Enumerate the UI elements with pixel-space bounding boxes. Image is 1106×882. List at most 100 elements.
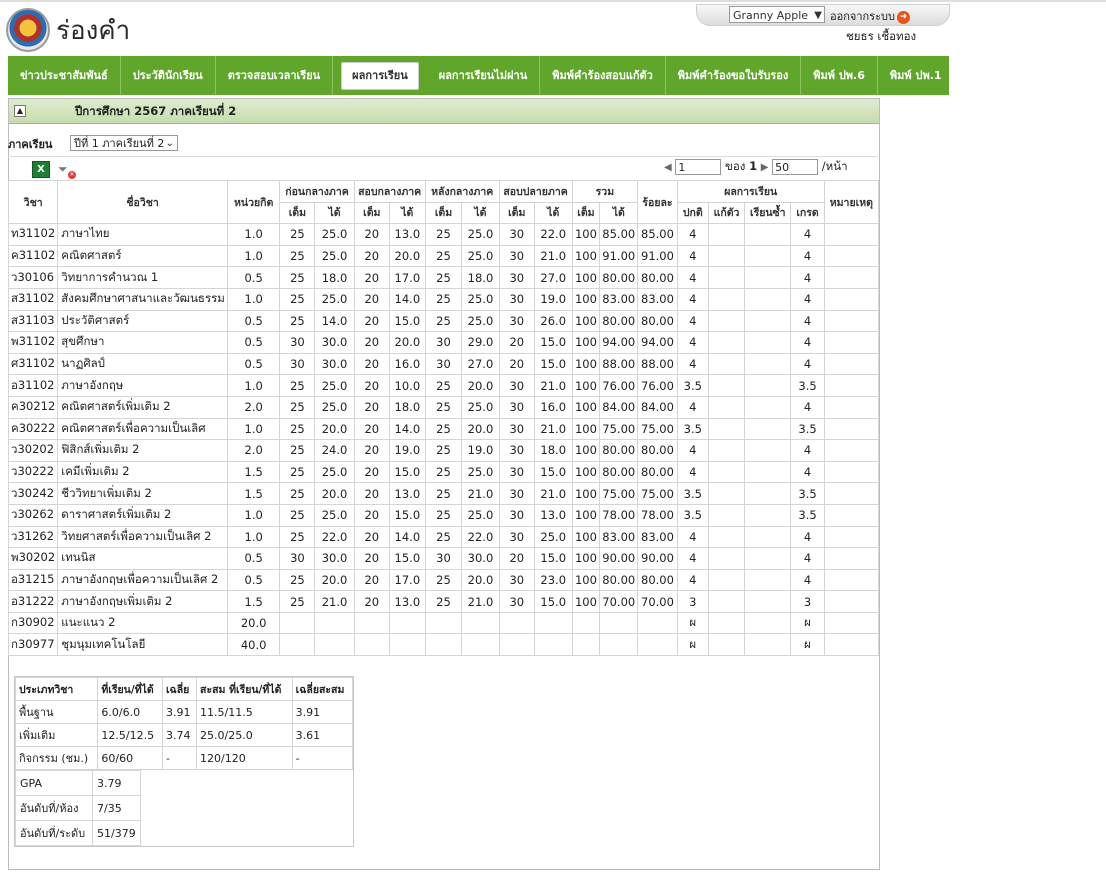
page-number-input[interactable]: 1 [675, 158, 722, 175]
table-cell [707, 417, 746, 441]
table-cell: 20.0 [314, 568, 355, 592]
table-cell: 83.00 [599, 525, 639, 549]
next-page-icon[interactable]: ▶ [761, 162, 769, 173]
table-cell: 13.0 [533, 503, 573, 527]
table-cell: 4 [676, 287, 709, 311]
subject-code-cell: ว30202 [7, 439, 59, 462]
page-size-input[interactable]: 50 [772, 158, 819, 175]
table-cell: 88.00 [637, 352, 678, 376]
table-cell [571, 633, 601, 657]
table-cell: 94.00 [637, 331, 678, 354]
nav-item-print-retest[interactable]: พิมพ์คำร้องสอบแก้ตัว [540, 56, 666, 95]
table-row: ก30902 แนะแนว 2 20.0 ผ ผ [7, 611, 880, 635]
table-cell: 25 [279, 590, 316, 613]
table-cell: 4 [676, 395, 709, 419]
table-cell: ผ [676, 633, 709, 657]
nav-item-student-profile[interactable]: ประวัตินักเรียน [121, 56, 216, 95]
gpa-label: GPA [15, 770, 93, 796]
sum-col-avg: เฉลี่ย [161, 677, 198, 701]
table-cell: 1.0 [226, 417, 281, 441]
table-cell [744, 223, 792, 246]
table-cell: 80.00 [599, 309, 639, 333]
summary-cell: กิจกรรม (ชม.) [14, 746, 99, 770]
table-cell: 75.00 [637, 482, 678, 505]
subject-name-cell: ดาราศาสตร์เพิ่มเติม 2 [57, 503, 228, 527]
table-cell: 20.0 [461, 568, 500, 592]
table-cell: 25.0 [461, 460, 500, 484]
table-cell: 3.5 [676, 374, 709, 397]
table-cell [707, 352, 746, 376]
table-cell: 30 [498, 482, 535, 505]
table-cell [498, 611, 535, 635]
table-cell: 18.0 [533, 439, 573, 462]
table-cell: 20 [353, 525, 390, 549]
collapse-icon[interactable]: ▲ [14, 105, 26, 117]
subject-name-cell: วิทยศาสตร์เพื่อความเป็นเลิศ 2 [57, 525, 228, 549]
subject-code-cell: ว30222 [7, 460, 59, 484]
table-row: ว30242 ชีววิทยาเพิ่มเติม 2 1.5 25 20.0 20 13.0… [7, 482, 880, 505]
table-cell: 18.0 [388, 395, 426, 419]
table-row: ว30262 ดาราศาสตร์เพิ่มเติม 2 1.0 25 25.0 20 15… [7, 503, 880, 527]
table-cell: 25 [279, 266, 316, 289]
logout-arrow-icon: ➜ [896, 10, 910, 24]
logout-link[interactable]: ออกจากระบบ ➜ [830, 7, 910, 25]
table-cell: 30 [498, 568, 535, 592]
nav-item-news[interactable]: ข่าวประชาสัมพันธ์ [8, 56, 121, 95]
nav-item-grades[interactable]: ผลการเรียน [341, 61, 419, 90]
clear-filter-icon[interactable]: ⏷ ✕ [58, 161, 76, 179]
subject-name-cell: ชุมนุมเทคโนโลยี [57, 633, 228, 657]
table-cell: 30.0 [314, 547, 355, 570]
subject-name-cell: คณิตศาสตร์เพิ่มเติม 2 [57, 395, 228, 419]
table-cell: 17.0 [388, 568, 426, 592]
table-row: ว30106 วิทยาการคำนวณ 1 0.5 25 18.0 20 17.0 25 18… [7, 266, 880, 289]
excel-export-icon[interactable]: X [32, 161, 50, 178]
table-cell: 25.0 [461, 309, 500, 333]
nav-item-print-pp1[interactable]: พิมพ์ ปพ.1 [878, 56, 954, 95]
table-cell: 100 [571, 309, 601, 333]
nav-item-attendance[interactable]: ตรวจสอบเวลาเรียน [216, 56, 334, 95]
table-cell: 75.00 [599, 417, 639, 441]
table-cell: 25 [279, 309, 316, 333]
table-cell: ผ [790, 633, 825, 657]
nav-item-failed-grades[interactable]: ผลการเรียนไม่ผ่าน [427, 56, 541, 95]
table-cell: 4 [676, 309, 709, 333]
table-cell: 30 [498, 374, 535, 397]
table-cell [744, 525, 792, 549]
table-cell [823, 460, 880, 484]
table-cell [353, 611, 390, 635]
summary-cell: 3.74 [161, 723, 198, 747]
table-cell: 27.0 [533, 266, 573, 289]
table-cell: 78.00 [599, 503, 639, 527]
subject-name-cell: ประวัติศาสตร์ [57, 309, 228, 333]
table-cell: 3 [676, 590, 709, 613]
table-cell: 25 [424, 287, 463, 311]
table-cell: 25 [424, 590, 463, 613]
table-cell: 30.0 [314, 331, 355, 354]
table-cell: 21.0 [314, 590, 355, 613]
prev-page-icon[interactable]: ◀ [664, 162, 672, 173]
subject-name-cell: ชีววิทยาเพิ่มเติม 2 [57, 482, 228, 505]
table-cell: 91.00 [637, 244, 678, 268]
table-cell: 80.00 [637, 460, 678, 484]
pager-total-pages: 1 [749, 159, 758, 173]
summary-cell: 3.91 [161, 700, 198, 724]
table-cell: 25 [279, 482, 316, 505]
pager: ◀ 1 ของ 1 ▶ 50 /หน้า [664, 158, 848, 176]
table-cell: 1.0 [226, 525, 281, 549]
table-cell: 0.5 [226, 547, 281, 570]
nav-item-print-pp6[interactable]: พิมพ์ ปพ.6 [801, 56, 878, 95]
nav-item-print-certificate[interactable]: พิมพ์คำร้องขอใบรับรอง [666, 56, 802, 95]
theme-select[interactable]: Granny Apple ▼ [729, 6, 825, 23]
table-cell [823, 525, 880, 549]
table-cell: 100 [571, 244, 601, 268]
subject-code-cell: พ30202 [7, 547, 59, 570]
col-full: เต็ม [498, 201, 535, 225]
subject-code-cell: ว30106 [7, 266, 59, 289]
table-row: ท31102 ภาษาไทย 1.0 25 25.0 20 13.0 25 25.0 30 22.0… [7, 223, 880, 246]
chevron-down-icon: ⌄ [165, 138, 174, 149]
table-cell [744, 395, 792, 419]
summary-cell: 12.5/12.5 [97, 723, 163, 747]
table-cell: 15.0 [388, 503, 426, 527]
term-select[interactable]: ปีที่ 1 ภาคเรียนที่ 2 ⌄ [70, 135, 178, 151]
col-subject: วิชา [7, 179, 59, 225]
